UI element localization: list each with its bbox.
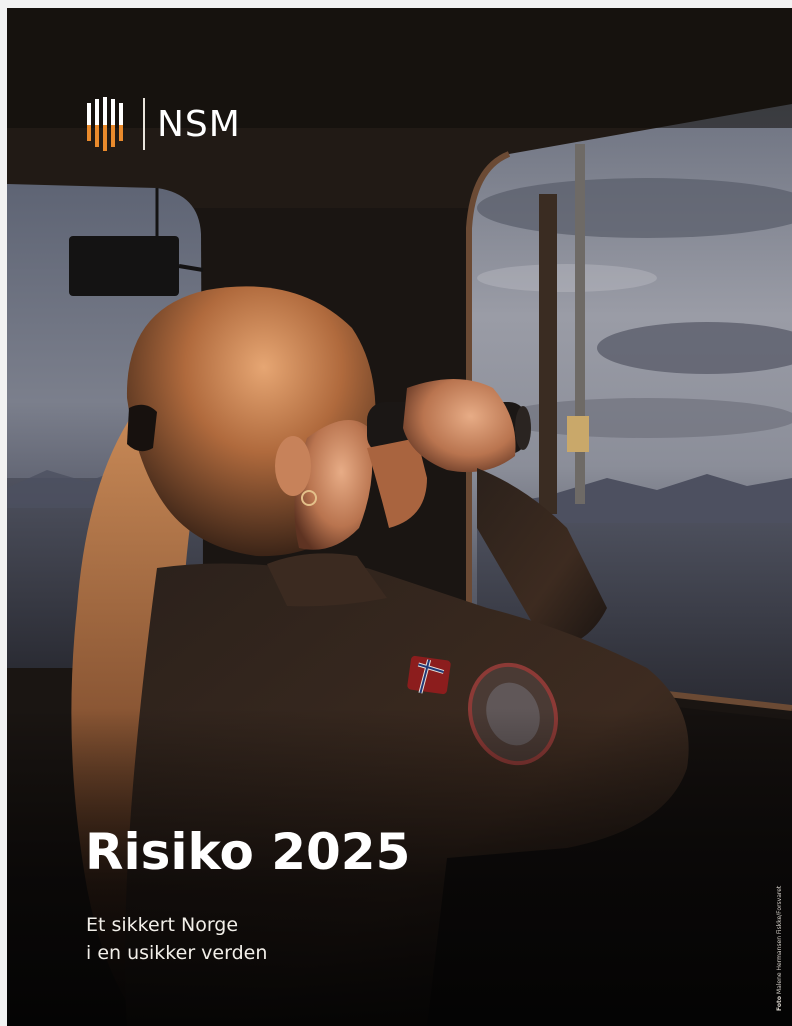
nsm-logo: NSM [85, 94, 241, 154]
subtitle-line: i en usikker verden [86, 942, 268, 964]
nsm-bars-logo-icon [87, 97, 123, 151]
photo-credit-label: Foto [776, 996, 783, 1011]
report-title: Risiko 2025 [85, 823, 411, 881]
report-cover: NSM Risiko 2025 Et sikkert Norge i en us… [7, 8, 792, 1026]
logo-divider [143, 98, 145, 150]
photo-credit-text: Malene Hermansen Fiskke/Forsvaret [776, 885, 783, 995]
subtitle-line: Et sikkert Norge [86, 914, 239, 936]
photo-credit: Foto Malene Hermansen Fiskke/Forsvaret [776, 886, 783, 1011]
brand-name: NSM [157, 103, 241, 145]
report-subtitle: Et sikkert Norge i en usikker verden [86, 911, 267, 967]
